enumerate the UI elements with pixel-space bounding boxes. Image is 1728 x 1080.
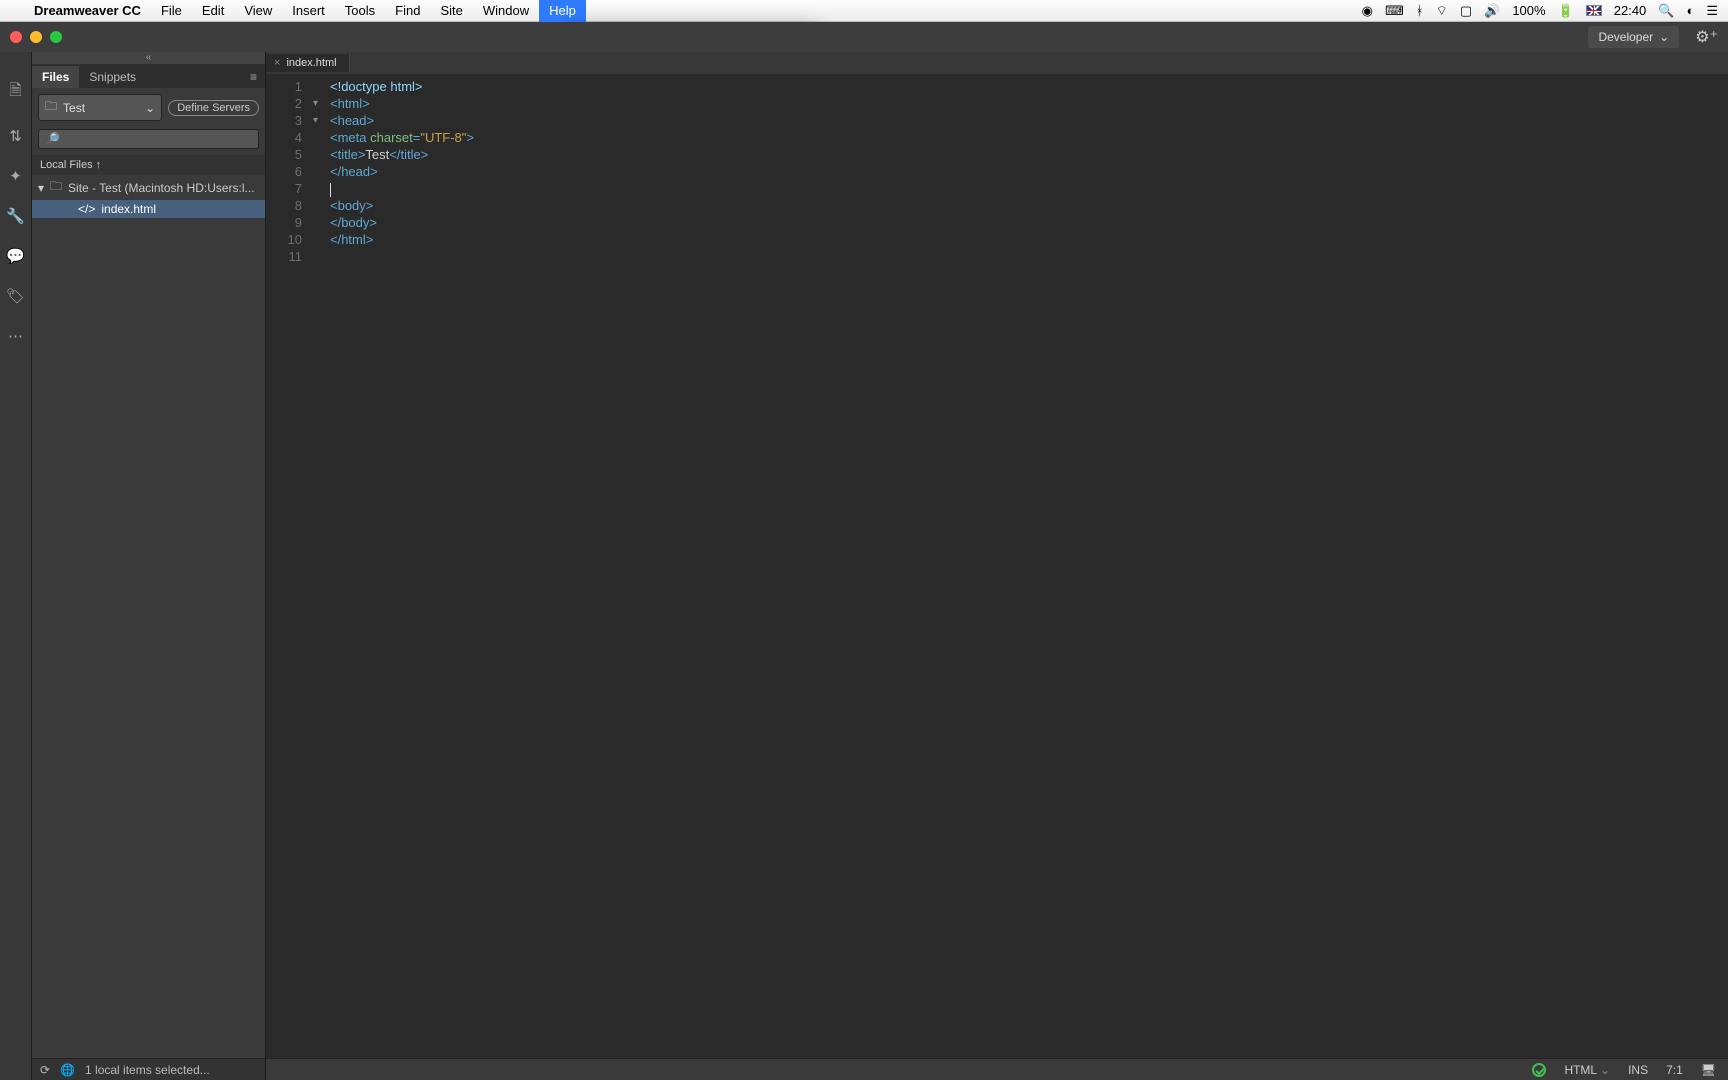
macos-menubar: Dreamweaver CC File Edit View Insert Too… — [0, 0, 1728, 22]
battery-icon[interactable]: 🔋 — [1558, 3, 1574, 19]
panel-statusbar: ⟳ 🌐 1 local items selected... — [32, 1058, 265, 1080]
chevron-down-icon: ⌄ — [1659, 30, 1669, 44]
no-errors-icon[interactable] — [1532, 1063, 1546, 1077]
input-source-icon[interactable]: ⌨︎ — [1385, 3, 1404, 19]
window-titlebar: Developer ⌄ ⚙︎⁺ — [0, 22, 1728, 52]
siri-icon[interactable]: ◐ — [1686, 3, 1694, 18]
menu-view[interactable]: View — [234, 0, 282, 22]
bluetooth-icon[interactable]: ᚼ — [1416, 3, 1424, 18]
disclosure-down-icon: ▾ — [38, 181, 44, 195]
site-selector[interactable]: 🗀 Test ⌄ — [38, 94, 162, 121]
workspace-label: Developer — [1598, 30, 1653, 44]
folder-icon: 🗀 — [45, 97, 57, 118]
wrench-icon[interactable]: 🔧 — [6, 207, 25, 225]
files-panel: « Files Snippets ≡ 🗀 Test ⌄ Define Serve… — [32, 52, 266, 1080]
tab-filename: index.html — [286, 57, 336, 69]
line-gutter: 1 2 3 4 5 6 7 8 9 10 11 — [266, 74, 312, 1058]
panel-status-text: 1 local items selected... — [85, 1063, 210, 1077]
tree-file-index[interactable]: </> index.html — [32, 200, 265, 218]
zoom-window-button[interactable] — [50, 31, 62, 43]
panel-grip-icon[interactable]: « — [32, 52, 265, 64]
settings-icon[interactable]: ⚙︎⁺ — [1685, 27, 1728, 47]
insert-mode[interactable]: INS — [1628, 1063, 1648, 1077]
menu-edit[interactable]: Edit — [192, 0, 234, 22]
spotlight-icon[interactable]: 🔍 — [1658, 3, 1674, 19]
vertical-toolstrip: 🗎 ⇅ ✦ 🔧 💬 🏷 ⋯ — [0, 52, 32, 1080]
code-editor: × index.html 1 2 3 4 5 6 7 8 9 10 11 — [266, 52, 1728, 1080]
menu-window[interactable]: Window — [473, 0, 539, 22]
app-name[interactable]: Dreamweaver CC — [24, 3, 151, 18]
menu-help[interactable]: Help — [539, 0, 586, 22]
code-file-icon: </> — [78, 202, 95, 216]
chevron-down-icon: ⌄ — [145, 101, 155, 115]
define-servers-button[interactable]: Define Servers — [168, 100, 259, 116]
live-preview-icon[interactable]: 🖥 — [1701, 1063, 1716, 1077]
close-tab-icon[interactable]: × — [274, 57, 280, 69]
language-mode[interactable]: HTML — [1564, 1063, 1610, 1077]
menu-insert[interactable]: Insert — [282, 0, 335, 22]
editor-tab-index[interactable]: × index.html — [266, 54, 350, 72]
file-name: index.html — [101, 202, 156, 216]
menu-find[interactable]: Find — [385, 0, 430, 22]
menu-file[interactable]: File — [151, 0, 192, 22]
manage-icon[interactable]: ✦ — [9, 167, 22, 185]
editor-statusbar: HTML INS 7:1 🖥 — [266, 1058, 1728, 1080]
search-icon: 🔎 — [45, 132, 60, 146]
code-area[interactable]: <!doctype html> <html> <head> <meta char… — [312, 74, 474, 1058]
clock[interactable]: 22:40 — [1614, 3, 1647, 18]
panel-tab-files[interactable]: Files — [32, 66, 79, 88]
text-cursor — [330, 183, 331, 197]
comment-icon[interactable]: 💬 — [6, 247, 25, 265]
site-name: Test — [63, 101, 85, 115]
file-tree: ▾ 🗀 Site - Test (Macintosh HD:Users:l...… — [32, 175, 265, 1058]
flag-icon[interactable] — [1586, 5, 1602, 16]
wifi-icon[interactable]: ⌔ — [1436, 3, 1448, 19]
local-files-header[interactable]: Local Files ↑ — [32, 155, 265, 175]
folder-icon: 🗀 — [50, 177, 62, 198]
cursor-position: 7:1 — [1666, 1063, 1683, 1077]
battery-percent: 100% — [1512, 3, 1545, 18]
site-root-label: Site - Test (Macintosh HD:Users:l... — [68, 181, 255, 195]
close-window-button[interactable] — [10, 31, 22, 43]
panel-menu-icon[interactable]: ≡ — [242, 66, 265, 88]
tree-site-root[interactable]: ▾ 🗀 Site - Test (Macintosh HD:Users:l... — [32, 175, 265, 200]
badge-icon[interactable]: 🏷 — [6, 287, 25, 305]
airplay-icon[interactable]: ▢ — [1460, 3, 1472, 19]
app-window: Developer ⌄ ⚙︎⁺ 🗎 ⇅ ✦ 🔧 💬 🏷 ⋯ « Files Sn… — [0, 22, 1728, 1080]
notification-center-icon[interactable]: ☰ — [1706, 3, 1718, 19]
globe-icon[interactable]: 🌐 — [60, 1063, 75, 1077]
file-icon[interactable]: 🗎 — [9, 80, 21, 105]
refresh-icon[interactable]: ⟳ — [40, 1063, 50, 1077]
menu-tools[interactable]: Tools — [335, 0, 385, 22]
file-filter-input[interactable]: 🔎 — [38, 129, 259, 149]
creative-cloud-icon[interactable]: ◉ — [1362, 3, 1373, 19]
panel-tab-snippets[interactable]: Snippets — [79, 66, 146, 88]
minimize-window-button[interactable] — [30, 31, 42, 43]
volume-icon[interactable]: 🔊 — [1484, 3, 1500, 19]
more-icon[interactable]: ⋯ — [8, 327, 23, 345]
menu-site[interactable]: Site — [430, 0, 472, 22]
swap-icon[interactable]: ⇅ — [9, 127, 22, 145]
workspace-switcher[interactable]: Developer ⌄ — [1588, 26, 1679, 48]
